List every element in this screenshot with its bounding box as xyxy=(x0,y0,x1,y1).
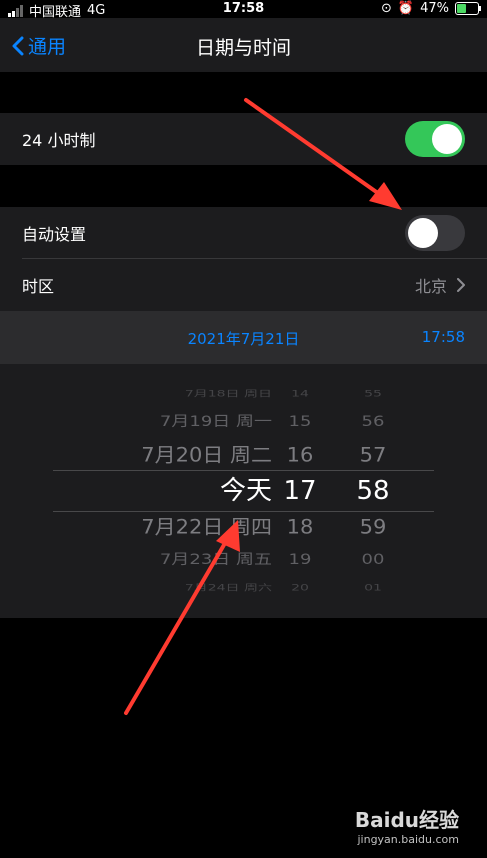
picker-row[interactable]: 7月19日 周一 15 56 xyxy=(0,404,487,440)
timezone-row[interactable]: 时区 北京 xyxy=(0,259,487,311)
picker-hour: 18 xyxy=(286,515,314,539)
orientation-lock-icon: ⊙ xyxy=(381,1,392,16)
current-datetime-bar[interactable]: 2021年7月21日 17:58 xyxy=(0,311,487,364)
hour24-row: 24 小时制 xyxy=(0,113,487,165)
chevron-right-icon xyxy=(457,278,465,292)
battery-percent: 47% xyxy=(420,1,449,16)
page-title: 日期与时间 xyxy=(195,37,291,59)
hour24-group: 24 小时制 xyxy=(0,113,487,165)
alarm-icon: ⏰ xyxy=(397,1,415,16)
watermark-url: jingyan.baidu.com xyxy=(357,833,459,846)
picker-minute: 58 xyxy=(356,476,390,506)
picker-minute: 01 xyxy=(364,583,382,593)
date-time-picker[interactable]: 7月18日 周日 14 55 7月19日 周一 15 56 7月20日 周二 16 57 今天 17… xyxy=(0,364,487,618)
hour24-toggle[interactable] xyxy=(405,121,465,157)
picker-row[interactable]: 7月24日 周六 20 01 xyxy=(0,570,487,606)
picker-minute: 56 xyxy=(361,413,385,430)
picker-minute: 59 xyxy=(359,515,387,539)
picker-hour: 14 xyxy=(291,389,309,399)
picker-date: 今天 xyxy=(219,476,272,506)
picker-date: 7月20日 周二 xyxy=(141,443,272,467)
auto-set-row: 自动设置 xyxy=(0,207,487,259)
picker-date: 7月19日 周一 xyxy=(159,413,272,430)
status-bar: 中国联通 4G 17:58 ⊙ ⏰ 47% xyxy=(0,0,487,20)
battery-icon xyxy=(455,2,481,15)
timezone-value: 北京 xyxy=(414,277,447,296)
current-date[interactable]: 2021年7月21日 xyxy=(0,328,487,349)
navigation-bar: 通用 日期与时间 xyxy=(0,18,487,72)
picker-date: 7月24日 周六 xyxy=(184,583,272,593)
picker-row[interactable]: 7月20日 周二 16 57 xyxy=(0,437,487,473)
picker-hour: 16 xyxy=(286,443,314,467)
auto-time-group: 自动设置 时区 北京 xyxy=(0,207,487,311)
picker-minute: 55 xyxy=(364,389,382,399)
toggle-knob xyxy=(432,124,462,154)
picker-minute: 57 xyxy=(359,443,387,467)
picker-date: 7月22日 周四 xyxy=(141,515,272,539)
picker-hour: 17 xyxy=(283,476,317,506)
toggle-knob xyxy=(408,218,438,248)
picker-date: 7月18日 周日 xyxy=(184,389,272,399)
baidu-watermark: Baidu经验 jingyan.baidu.com xyxy=(355,804,459,846)
current-time[interactable]: 17:58 xyxy=(422,328,465,346)
picker-hour: 15 xyxy=(288,413,312,430)
watermark-brand: Baidu经验 xyxy=(354,808,459,832)
picker-hour: 20 xyxy=(291,583,309,593)
auto-set-toggle[interactable] xyxy=(405,215,465,251)
picker-row[interactable]: 7月22日 周四 18 59 xyxy=(0,509,487,545)
timezone-value-wrap: 北京 xyxy=(415,273,465,297)
picker-row[interactable]: 今天 17 58 xyxy=(0,473,487,509)
